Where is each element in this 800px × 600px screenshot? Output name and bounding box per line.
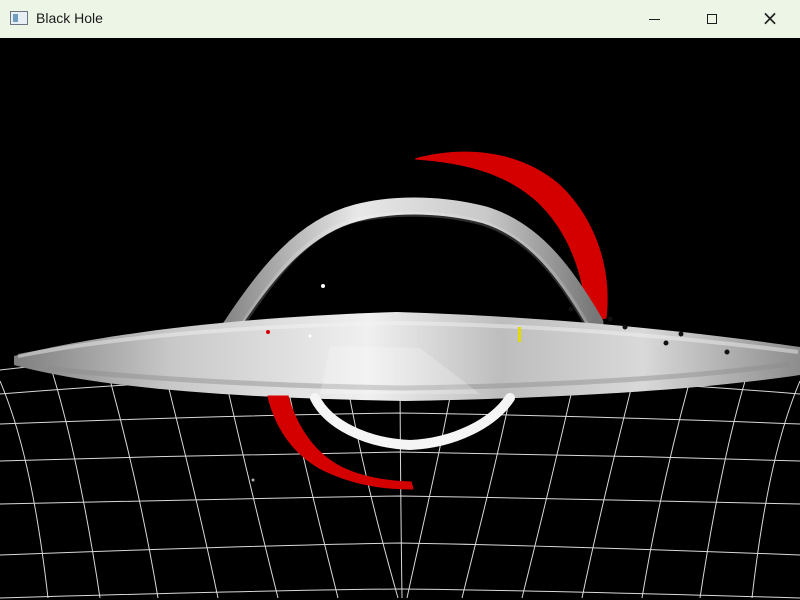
dark-point-marker: [568, 306, 574, 312]
app-window: Black Hole ×: [0, 0, 800, 600]
app-window-icon: [10, 11, 28, 25]
maximize-icon: [707, 14, 717, 24]
dark-point-marker: [724, 349, 730, 355]
red-point-marker: [266, 330, 270, 334]
white-star-marker: [321, 284, 325, 288]
lower-lensed-ring: [310, 393, 515, 451]
dark-point-marker: [622, 324, 628, 330]
dark-point-marker: [678, 331, 684, 337]
dark-point-marker: [663, 340, 669, 346]
close-icon: ×: [761, 6, 779, 30]
close-button[interactable]: ×: [741, 0, 799, 38]
minimize-button[interactable]: [625, 0, 683, 38]
maximize-button[interactable]: [683, 0, 741, 38]
grey-star-marker: [251, 478, 255, 482]
accretion-disk: [14, 312, 800, 401]
white-star-marker: [308, 334, 312, 338]
window-title: Black Hole: [36, 10, 103, 26]
black-hole-scene: [0, 152, 800, 599]
minimize-icon: [648, 19, 660, 20]
black-hole-render-viewport[interactable]: [0, 38, 800, 600]
title-bar[interactable]: Black Hole ×: [0, 0, 800, 39]
dark-point-marker: [607, 316, 613, 322]
yellow-marker: [518, 327, 521, 342]
